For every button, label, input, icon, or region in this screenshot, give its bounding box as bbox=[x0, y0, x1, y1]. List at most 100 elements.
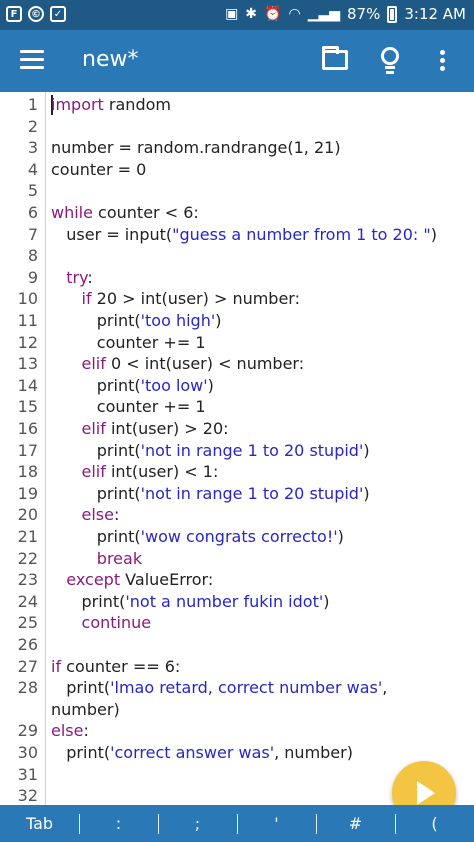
line-number: 30 bbox=[17, 743, 38, 762]
code-line[interactable]: 3 number = random.randrange(1, 21) bbox=[0, 137, 474, 159]
code-line[interactable]: 18 elif int(user) < 1: bbox=[0, 461, 474, 483]
code-token: int(user) > 20: bbox=[105, 419, 229, 438]
code-token: print( bbox=[51, 375, 141, 395]
string-token: 'correct answer was' bbox=[110, 743, 275, 762]
line-number: 28 bbox=[17, 678, 38, 698]
code-line[interactable]: 9 try: bbox=[0, 267, 474, 289]
system-status: ▣ ✱ ⏰ ◠ ▁▃▅ 87% 3:12 AM bbox=[225, 5, 466, 23]
string-token: 'too high' bbox=[140, 311, 216, 330]
code-line[interactable]: 8 bbox=[0, 245, 474, 267]
line-number: 31 bbox=[17, 764, 38, 784]
code-line[interactable]: 5 bbox=[0, 180, 474, 202]
code-line[interactable]: number) bbox=[0, 699, 474, 721]
code-text: elif int(user) < 1: bbox=[51, 461, 219, 483]
code-line[interactable]: 2 bbox=[0, 116, 474, 138]
code-text: if counter == 6: bbox=[51, 656, 180, 678]
line-number: 16 bbox=[17, 419, 38, 438]
string-token: 'not in range 1 to 20 stupid' bbox=[140, 483, 364, 503]
code-token: ) bbox=[207, 375, 214, 395]
line-number: 7 bbox=[27, 224, 38, 244]
code-line[interactable]: 13 elif 0 < int(user) < number: bbox=[0, 353, 474, 375]
code-token: : bbox=[113, 505, 120, 525]
extra-key[interactable]: ' bbox=[237, 805, 316, 842]
code-text: print('not in range 1 to 20 stupid') bbox=[51, 440, 370, 462]
line-number: 5 bbox=[27, 181, 38, 201]
keyword-token: else bbox=[81, 505, 114, 525]
code-line[interactable]: 19 print('not in range 1 to 20 stupid') bbox=[0, 483, 474, 505]
extra-key[interactable]: ; bbox=[158, 805, 237, 842]
line-number: 10 bbox=[17, 289, 38, 309]
keyword-token: if bbox=[51, 656, 62, 676]
keyword-token: elif bbox=[81, 419, 106, 438]
extra-key[interactable]: Tab bbox=[0, 805, 79, 842]
line-number: 18 bbox=[17, 462, 38, 482]
code-token: print( bbox=[51, 440, 141, 460]
code-token: print( bbox=[51, 527, 141, 546]
code-text: elif 0 < int(user) < number: bbox=[51, 353, 305, 375]
code-text: counter += 1 bbox=[51, 396, 206, 418]
bluetooth-icon: ✱ bbox=[245, 6, 258, 22]
code-line[interactable]: 28 print('lmao retard, correct number wa… bbox=[0, 677, 474, 699]
code-line[interactable]: 26 bbox=[0, 634, 474, 656]
code-line[interactable]: 24 print('not a number fukin idot') bbox=[0, 591, 474, 613]
code-line[interactable]: 16 elif int(user) > 20: bbox=[0, 418, 474, 440]
keyword-token: elif bbox=[81, 354, 106, 374]
download-icon: ✓ bbox=[50, 6, 66, 22]
code-line[interactable]: 21 print('wow congrats correcto!') bbox=[0, 526, 474, 548]
code-line[interactable]: 10 if 20 > int(user) > number: bbox=[0, 288, 474, 310]
folder-icon[interactable] bbox=[322, 46, 348, 70]
code-line[interactable]: 15 counter += 1 bbox=[0, 396, 474, 418]
code-line[interactable]: 12 counter += 1 bbox=[0, 332, 474, 354]
string-token: 'not in range 1 to 20 stupid' bbox=[140, 440, 364, 460]
extra-key[interactable]: : bbox=[79, 805, 158, 842]
extra-key[interactable]: # bbox=[316, 805, 395, 842]
battery-icon bbox=[387, 5, 398, 23]
line-number: 20 bbox=[17, 505, 38, 525]
code-text: print('wow congrats correcto!') bbox=[51, 526, 344, 548]
code-line[interactable]: 22 break bbox=[0, 548, 474, 570]
string-token: 'not a number fukin idot' bbox=[125, 591, 324, 611]
keyword-token: except bbox=[66, 570, 121, 590]
code-text: continue bbox=[51, 612, 152, 634]
line-number: 26 bbox=[17, 635, 38, 654]
app-notification-icon: F bbox=[6, 6, 22, 22]
code-line[interactable]: 1 import random bbox=[0, 94, 474, 116]
file-title: new* bbox=[82, 47, 139, 72]
lightbulb-icon[interactable] bbox=[381, 47, 399, 75]
code-editor[interactable]: 1 import random 2 3 number = random.randrang… bbox=[0, 92, 474, 805]
code-line[interactable]: 25 continue bbox=[0, 612, 474, 634]
line-number: 13 bbox=[17, 354, 38, 374]
code-line[interactable]: 29 else: bbox=[0, 720, 474, 742]
code-line[interactable]: 27 if counter == 6: bbox=[0, 656, 474, 678]
code-text: print('too low') bbox=[51, 375, 214, 397]
keyword-token: if bbox=[81, 289, 92, 309]
code-line[interactable]: 14 print('too low') bbox=[0, 375, 474, 397]
line-number: 24 bbox=[17, 591, 38, 611]
code-text: user = input("guess a number from 1 to 2… bbox=[51, 224, 437, 246]
code-text: import random bbox=[51, 94, 171, 116]
string-token: "guess a number from 1 to 20: " bbox=[172, 224, 431, 244]
code-text: counter += 1 bbox=[51, 332, 206, 354]
code-line[interactable]: 23 except ValueError: bbox=[0, 569, 474, 591]
keyword-token: elif bbox=[81, 462, 106, 482]
code-line[interactable]: 6 while counter < 6: bbox=[0, 202, 474, 224]
code-text: else: bbox=[51, 720, 89, 742]
extra-key[interactable]: ( bbox=[395, 805, 474, 842]
code-line[interactable]: 11 print('too high') bbox=[0, 310, 474, 332]
keyword-token: import bbox=[51, 95, 104, 114]
code-line[interactable]: 17 print('not in range 1 to 20 stupid') bbox=[0, 440, 474, 462]
code-token: print( bbox=[51, 483, 141, 503]
code-token: print( bbox=[51, 678, 111, 698]
code-line[interactable]: 4 counter = 0 bbox=[0, 159, 474, 181]
menu-icon[interactable] bbox=[20, 50, 44, 70]
code-text: except ValueError: bbox=[51, 569, 213, 591]
code-text: elif int(user) > 20: bbox=[51, 418, 229, 440]
code-line[interactable]: 30 print('correct answer was', number) bbox=[0, 742, 474, 764]
more-vert-icon[interactable] bbox=[440, 50, 446, 72]
code-line[interactable]: 20 else: bbox=[0, 504, 474, 526]
code-line[interactable]: 7 user = input("guess a number from 1 to… bbox=[0, 224, 474, 246]
code-text: print('not in range 1 to 20 stupid') bbox=[51, 483, 370, 505]
